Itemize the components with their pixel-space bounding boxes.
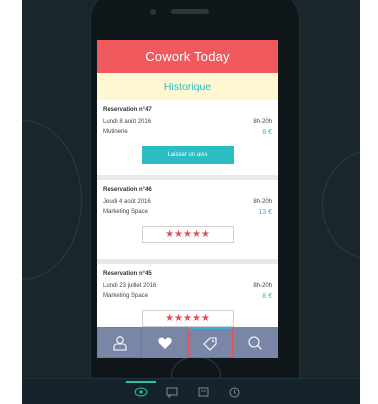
app-header: Cowork Today: [97, 40, 278, 73]
reservation-hours: 8h-20h: [253, 199, 272, 205]
reservation-date: Jeudi 4 août 2016: [103, 199, 151, 205]
tab-bar: [97, 327, 278, 358]
section-header: Historique: [97, 73, 278, 100]
comment-icon[interactable]: [166, 387, 178, 398]
reservation-card[interactable]: Reservation n°47 Lundi 8 août 2016 8h-20…: [97, 100, 278, 175]
rating-stars[interactable]: ★★★★★: [141, 310, 234, 327]
reservation-place: Marketing Space: [103, 209, 149, 215]
app-screen: Cowork Today Historique Reservation n°47…: [97, 40, 278, 358]
reservation-hours: 8h-20h: [253, 283, 272, 289]
tag-icon: [203, 337, 217, 351]
user-icon: [113, 335, 127, 351]
reservation-price: 8 €: [262, 129, 272, 136]
tab-history[interactable]: [187, 327, 233, 358]
app-title: Cowork Today: [145, 49, 230, 64]
heart-icon: [158, 336, 172, 349]
camera-dot: [150, 9, 156, 15]
viewer-toolbar: [22, 378, 360, 404]
background-ring: [322, 150, 360, 260]
tab-profile[interactable]: [97, 327, 143, 358]
background-ring: [22, 120, 82, 280]
reservation-title: Reservation n°47: [103, 107, 152, 113]
active-indicator: [126, 381, 156, 383]
presentation-stage: Cowork Today Historique Reservation n°47…: [22, 0, 360, 404]
rating-stars[interactable]: ★★★★★: [141, 226, 234, 243]
reservation-date: Lundi 23 juillet 2016: [103, 283, 157, 289]
search-icon: [248, 335, 263, 350]
leave-review-button[interactable]: Laisser un avis: [141, 146, 234, 164]
message-icon[interactable]: [198, 387, 209, 397]
tab-favorites[interactable]: [142, 327, 187, 358]
reservation-title: Reservation n°45: [103, 271, 152, 277]
reservation-title: Reservation n°46: [103, 187, 152, 193]
clock-icon[interactable]: [229, 387, 240, 398]
tab-search[interactable]: [233, 327, 278, 358]
reservation-price: 13 €: [258, 209, 272, 216]
reservation-date: Lundi 8 août 2016: [103, 119, 152, 125]
eye-icon[interactable]: [134, 387, 148, 397]
reservation-card[interactable]: Reservation n°46 Jeudi 4 août 2016 8h-20…: [97, 180, 278, 259]
speaker-grille: [171, 9, 209, 14]
reservation-price: 8 €: [262, 293, 272, 300]
reservation-place: Mutinerie: [103, 129, 128, 135]
section-title: Historique: [163, 80, 212, 93]
reservation-hours: 8h-20h: [253, 119, 272, 125]
reservation-list[interactable]: Reservation n°47 Lundi 8 août 2016 8h-20…: [97, 100, 278, 334]
reservation-place: Marketing Space: [103, 293, 149, 299]
reservation-card[interactable]: Reservation n°45 Lundi 23 juillet 2016 8…: [97, 264, 278, 334]
